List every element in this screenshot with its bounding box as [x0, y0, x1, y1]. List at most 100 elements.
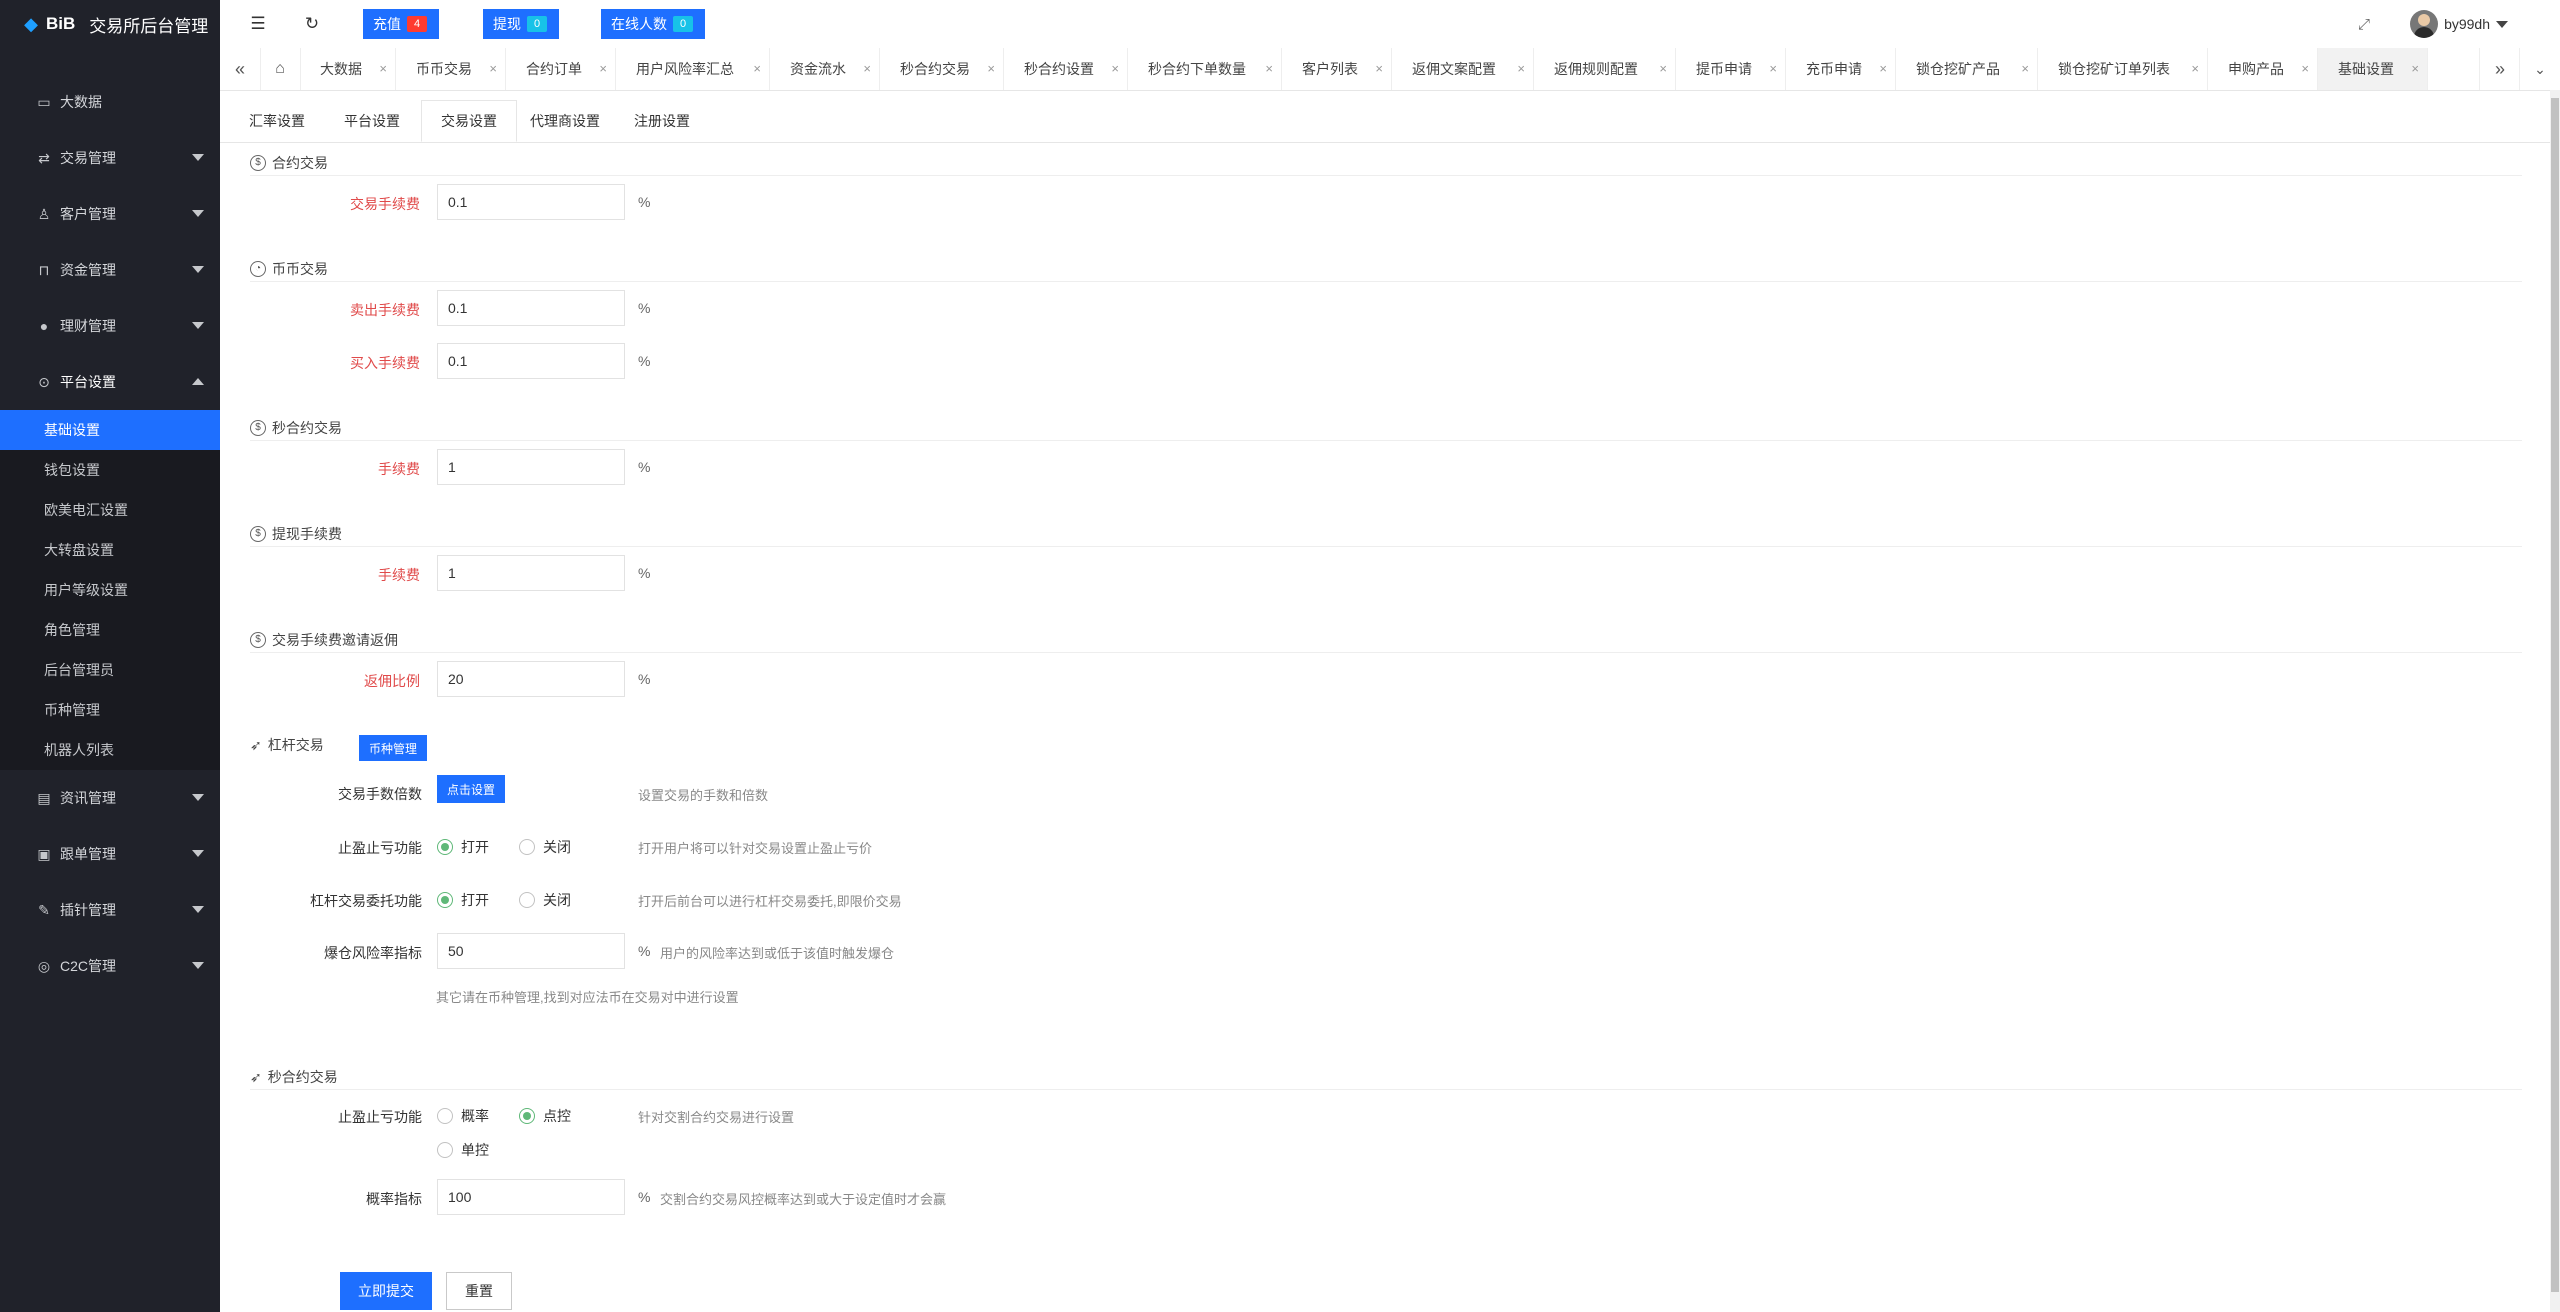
- tabs-menu-icon[interactable]: ⌄: [2519, 48, 2560, 90]
- sidebar-subitem-robots[interactable]: 机器人列表: [0, 730, 220, 770]
- sidebar-item-funds[interactable]: ⊓ 资金管理: [0, 242, 220, 298]
- tab-0[interactable]: 大数据 ×: [300, 48, 396, 90]
- user-menu[interactable]: by99dh: [2410, 10, 2508, 38]
- tab-4[interactable]: 资金流水 ×: [770, 48, 880, 90]
- close-icon[interactable]: ×: [489, 61, 497, 76]
- probability-radio[interactable]: 概率: [437, 1106, 489, 1126]
- subtab-rate[interactable]: 汇率设置: [249, 100, 305, 142]
- send-icon: ➶: [250, 736, 262, 753]
- subtab-agent[interactable]: 代理商设置: [530, 100, 600, 142]
- tab-10[interactable]: 返佣规则配置 ×: [1534, 48, 1676, 90]
- close-icon[interactable]: ×: [599, 61, 607, 76]
- tabs-prev-icon[interactable]: «: [220, 48, 261, 90]
- close-icon[interactable]: ×: [379, 61, 387, 76]
- close-icon[interactable]: ×: [1375, 61, 1383, 76]
- withdraw-badge: 0: [527, 16, 547, 32]
- close-icon[interactable]: ×: [863, 61, 871, 76]
- entrust-open-radio[interactable]: 打开: [437, 890, 489, 910]
- tpsl-open-radio[interactable]: 打开: [437, 837, 489, 857]
- tab-2[interactable]: 合约订单 ×: [506, 48, 616, 90]
- withdraw-button[interactable]: 提现 0: [483, 9, 559, 39]
- multiplier-settings-button[interactable]: 点击设置: [437, 775, 505, 803]
- sidebar-item-big-data[interactable]: ▭ 大数据: [0, 74, 220, 130]
- single-control-radio[interactable]: 单控: [437, 1140, 489, 1160]
- close-icon[interactable]: ×: [987, 61, 995, 76]
- spot-buy-input[interactable]: [437, 343, 625, 379]
- chevron-down-icon: [192, 210, 204, 217]
- refresh-icon[interactable]: ↻: [302, 14, 322, 34]
- tab-15[interactable]: 申购产品 ×: [2208, 48, 2318, 90]
- withdraw-fee-input[interactable]: [437, 555, 625, 591]
- close-icon[interactable]: ×: [1111, 61, 1119, 76]
- sidebar-item-platform-settings[interactable]: ⊙ 平台设置: [0, 354, 220, 410]
- sidebar-subitem-wheel[interactable]: 大转盘设置: [0, 530, 220, 570]
- close-icon[interactable]: ×: [753, 61, 761, 76]
- tab-13[interactable]: 锁仓挖矿产品 ×: [1896, 48, 2038, 90]
- probability-label: 概率指标: [366, 1191, 422, 1207]
- unit-label: %: [638, 300, 651, 316]
- sidebar-subitem-wire[interactable]: 欧美电汇设置: [0, 490, 220, 530]
- point-control-radio[interactable]: 点控: [519, 1106, 571, 1126]
- risk-input[interactable]: [437, 933, 625, 969]
- close-icon[interactable]: ×: [1769, 61, 1777, 76]
- subtab-platform[interactable]: 平台设置: [344, 100, 400, 142]
- tpsl-close-radio[interactable]: 关闭: [519, 837, 571, 857]
- close-icon[interactable]: ×: [2191, 61, 2199, 76]
- submit-button[interactable]: 立即提交: [340, 1272, 432, 1310]
- sidebar-item-trade[interactable]: ⇄ 交易管理: [0, 130, 220, 186]
- coin-management-button[interactable]: 币种管理: [359, 735, 427, 761]
- chevron-down-icon: [192, 322, 204, 329]
- tab-9[interactable]: 返佣文案配置 ×: [1392, 48, 1534, 90]
- contract-fee-input[interactable]: [437, 184, 625, 220]
- close-icon[interactable]: ×: [1879, 61, 1887, 76]
- tab-14[interactable]: 锁仓挖矿订单列表 ×: [2038, 48, 2208, 90]
- rebate-ratio-label: 返佣比例: [364, 673, 420, 689]
- radio-circle: [437, 1142, 453, 1158]
- sidebar-item-customers[interactable]: ♙ 客户管理: [0, 186, 220, 242]
- tab-8[interactable]: 客户列表 ×: [1282, 48, 1392, 90]
- tab-12[interactable]: 充币申请 ×: [1786, 48, 1896, 90]
- sidebar-subitem-user-level[interactable]: 用户等级设置: [0, 570, 220, 610]
- sidebar-item-label: 资金管理: [60, 262, 116, 278]
- tab-3[interactable]: 用户风险率汇总 ×: [616, 48, 770, 90]
- tab-7[interactable]: 秒合约下单数量 ×: [1128, 48, 1282, 90]
- sidebar-subitem-basic-settings[interactable]: 基础设置: [0, 410, 220, 450]
- close-icon[interactable]: ×: [2301, 61, 2309, 76]
- subtab-trade[interactable]: 交易设置: [421, 100, 517, 142]
- spot-sell-input[interactable]: [437, 290, 625, 326]
- entrust-close-radio[interactable]: 关闭: [519, 890, 571, 910]
- sidebar-subitem-roles[interactable]: 角色管理: [0, 610, 220, 650]
- online-users-button[interactable]: 在线人数 0: [601, 9, 705, 39]
- close-icon[interactable]: ×: [1517, 61, 1525, 76]
- tab-16[interactable]: 基础设置 ×: [2318, 48, 2428, 90]
- tab-label: 充币申请: [1806, 61, 1862, 77]
- tab-11[interactable]: 提币申请 ×: [1676, 48, 1786, 90]
- section-title: 提现手续费: [272, 526, 342, 542]
- sidebar-subitem-admins[interactable]: 后台管理员: [0, 650, 220, 690]
- close-icon[interactable]: ×: [1659, 61, 1667, 76]
- close-icon[interactable]: ×: [2021, 61, 2029, 76]
- fullscreen-icon[interactable]: ⤢: [2358, 16, 2370, 33]
- subtab-register[interactable]: 注册设置: [634, 100, 690, 142]
- reset-button[interactable]: 重置: [446, 1272, 512, 1310]
- recharge-button[interactable]: 充值 4: [363, 9, 439, 39]
- home-icon[interactable]: ⌂: [260, 48, 301, 90]
- second-tpsl-hint: 针对交割合约交易进行设置: [638, 1110, 795, 1125]
- sidebar-item-wealth[interactable]: ● 理财管理: [0, 298, 220, 354]
- scrollbar-thumb[interactable]: [2551, 98, 2559, 1292]
- tabs-next-icon[interactable]: »: [2479, 48, 2520, 90]
- piggy-bank-icon: ●: [39, 318, 49, 334]
- sidebar-subitem-wallet[interactable]: 钱包设置: [0, 450, 220, 490]
- tab-5[interactable]: 秒合约交易 ×: [880, 48, 1004, 90]
- tab-1[interactable]: 币币交易 ×: [396, 48, 506, 90]
- tab-6[interactable]: 秒合约设置 ×: [1004, 48, 1128, 90]
- rebate-ratio-input[interactable]: [437, 661, 625, 697]
- menu-toggle-icon[interactable]: ☰: [248, 14, 268, 34]
- close-icon[interactable]: ×: [1265, 61, 1273, 76]
- scrollbar[interactable]: [2550, 90, 2560, 1312]
- sidebar-subitem-coins[interactable]: 币种管理: [0, 690, 220, 730]
- radio-circle: [519, 1108, 535, 1124]
- second-fee-input[interactable]: [437, 449, 625, 485]
- probability-input[interactable]: [437, 1179, 625, 1215]
- close-icon[interactable]: ×: [2411, 61, 2419, 76]
